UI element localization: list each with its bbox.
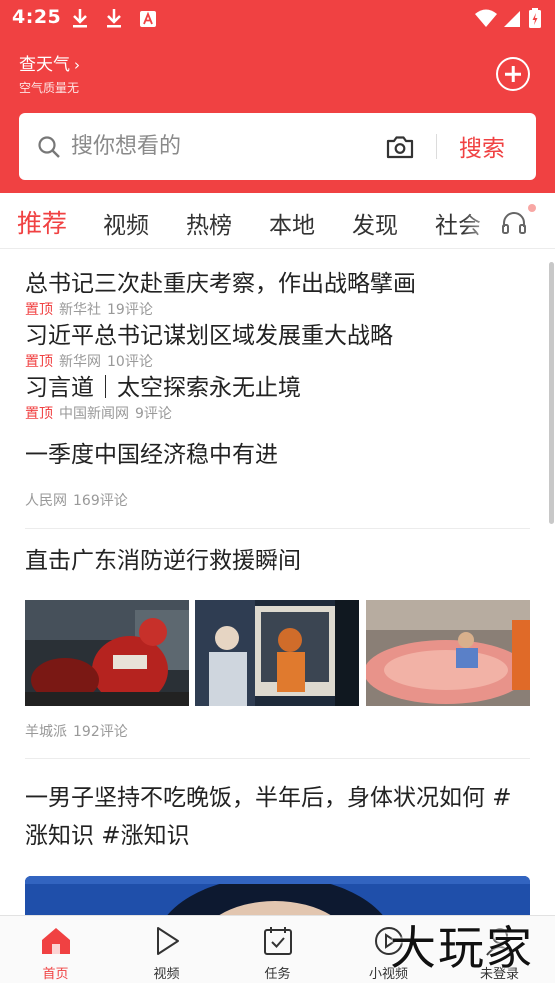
- nav-task[interactable]: 任务: [222, 916, 333, 983]
- news-feed: 总书记三次赴重庆考察，作出战略擘画 置顶 新华社 19评论 习近平总书记谋划区域发展…: [0, 250, 555, 915]
- pinned-source: 中国新闻网: [59, 406, 129, 422]
- nav-home[interactable]: 首页: [0, 916, 111, 983]
- search-box: 搜索: [19, 113, 536, 180]
- tab-hot[interactable]: 热榜: [186, 206, 232, 240]
- air-quality-text: 空气质量无: [19, 81, 80, 95]
- pinned-title: 总书记三次赴重庆考察，作出战略擘画: [25, 271, 416, 297]
- pinned-badge: 置顶: [25, 406, 53, 422]
- pinned-title: 习言道｜太空探索永无止境: [25, 375, 301, 401]
- task-icon: [264, 927, 292, 955]
- tab-discover[interactable]: 发现: [352, 206, 398, 240]
- article-comments: 169评论: [73, 493, 128, 509]
- plus-circle-icon[interactable]: [496, 57, 530, 91]
- article-cover-image[interactable]: [25, 876, 530, 915]
- tabs-fade: [462, 193, 502, 248]
- pinned-title: 习近平总书记谋划区域发展重大战略: [25, 323, 393, 349]
- article-meta: 羊城派 192评论: [25, 721, 128, 741]
- watermark-logo: 大玩家: [390, 921, 534, 975]
- pinned-comments: 9评论: [135, 406, 172, 422]
- pinned-item[interactable]: 习言道｜太空探索永无止境 置顶 中国新闻网 9评论: [25, 368, 301, 423]
- battery-icon: [529, 8, 541, 28]
- search-icon: [38, 136, 60, 158]
- pinned-item[interactable]: 习近平总书记谋划区域发展重大战略 置顶 新华网 10评论: [25, 316, 393, 371]
- article-title[interactable]: 直击广东消防逆行救援瞬间: [25, 542, 530, 580]
- article-comments: 192评论: [73, 724, 128, 740]
- article-title[interactable]: 一男子坚持不吃晚饭，半年后，身体状况如何 #涨知识 #涨知识: [25, 779, 530, 855]
- article-title[interactable]: 一季度中国经济稳中有进: [25, 436, 530, 474]
- nav-label: 任务: [264, 967, 291, 982]
- scrollbar[interactable]: [549, 262, 554, 524]
- download-icon: [107, 9, 121, 28]
- article-source: 人民网: [25, 493, 67, 509]
- download-icon: [73, 9, 87, 28]
- tab-video[interactable]: 视频: [103, 206, 149, 240]
- tab-recommend[interactable]: 推荐: [17, 204, 67, 240]
- chevron-right-icon: ›: [74, 56, 80, 74]
- header: 4:25 查天气› 空气质量无 搜索: [0, 0, 555, 193]
- camera-icon[interactable]: [385, 132, 415, 162]
- status-bar: 4:25: [0, 0, 555, 36]
- home-icon: [42, 928, 70, 954]
- search-divider: [436, 134, 437, 159]
- channel-tabs: 推荐 视频 热榜 本地 发现 社会: [0, 193, 555, 249]
- search-button[interactable]: 搜索: [459, 129, 505, 163]
- article-thumbnail[interactable]: [366, 600, 530, 706]
- weather-label: 查天气: [19, 55, 70, 75]
- article-meta: 人民网 169评论: [25, 490, 128, 510]
- article-thumbnail[interactable]: [25, 600, 189, 706]
- divider: [25, 758, 530, 759]
- pinned-meta: 置顶 中国新闻网 9评论: [25, 403, 301, 423]
- search-input[interactable]: [71, 127, 371, 165]
- pinned-item[interactable]: 总书记三次赴重庆考察，作出战略擘画 置顶 新华社 19评论: [25, 264, 416, 319]
- divider: [25, 528, 530, 529]
- nav-video[interactable]: 视频: [111, 916, 222, 983]
- weather-link[interactable]: 查天气 ›: [19, 50, 80, 75]
- headphone-icon[interactable]: [500, 208, 528, 236]
- status-time: 4:25: [12, 6, 62, 28]
- article-source: 羊城派: [25, 724, 67, 740]
- article-thumbnail[interactable]: [195, 600, 359, 706]
- tab-local[interactable]: 本地: [269, 206, 315, 240]
- nav-label: 视频: [153, 967, 180, 982]
- wifi-icon: [475, 9, 497, 27]
- play-icon: [157, 927, 179, 955]
- app-store-icon: [140, 11, 156, 27]
- notification-dot: [528, 204, 536, 212]
- signal-icon: [504, 11, 520, 27]
- nav-label: 首页: [42, 967, 69, 982]
